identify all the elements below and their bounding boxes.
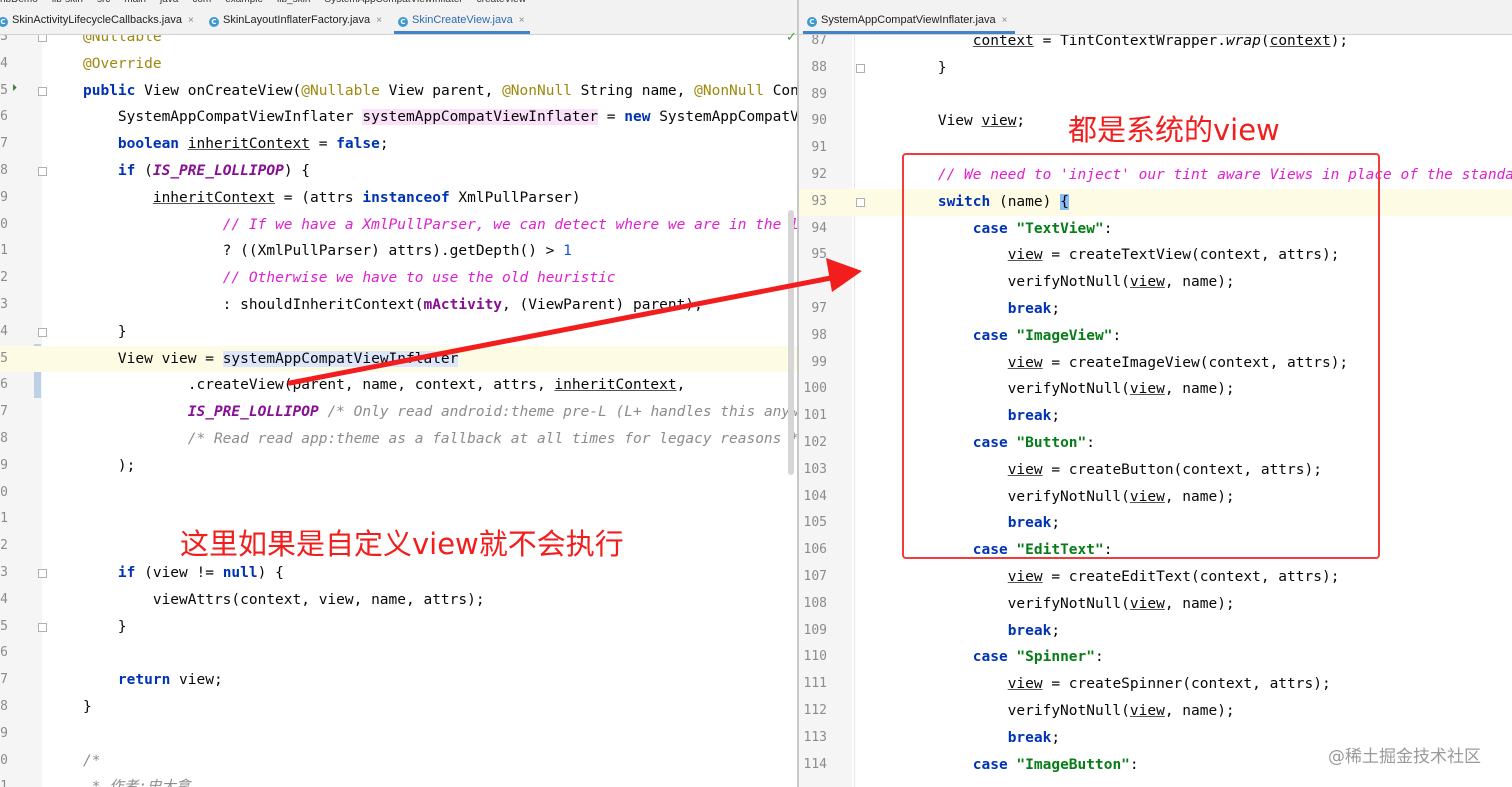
annotation-arrow	[287, 258, 862, 386]
watermark: @稀土掘金技术社区	[1328, 747, 1481, 767]
